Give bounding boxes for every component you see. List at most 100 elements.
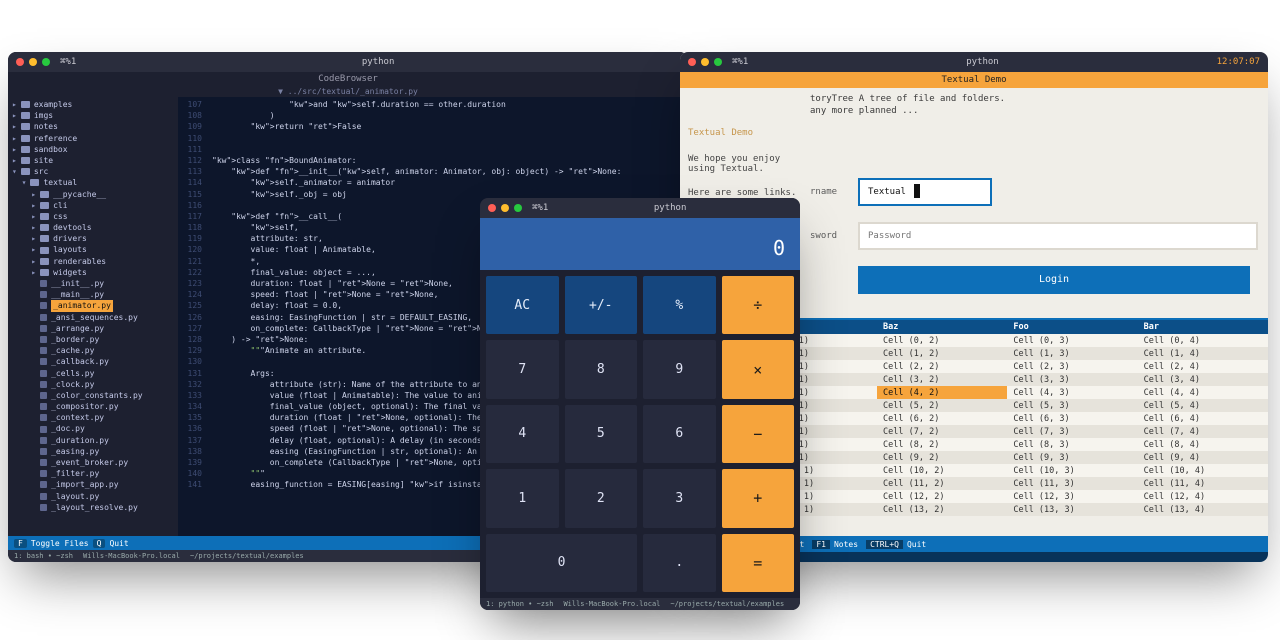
table-cell[interactable]: Cell (2, 2) — [877, 360, 1007, 373]
tree-file[interactable]: __init__.py — [12, 278, 174, 289]
table-cell[interactable]: Cell (10, 2) — [877, 464, 1007, 477]
table-cell[interactable]: Cell (8, 3) — [1007, 438, 1137, 451]
tree-folder[interactable]: ▸ css — [12, 211, 174, 222]
table-cell[interactable]: Cell (4, 4) — [1138, 386, 1268, 399]
table-cell[interactable]: Cell (10, 4) — [1138, 464, 1268, 477]
table-cell[interactable]: Cell (5, 4) — [1138, 399, 1268, 412]
tree-folder[interactable]: ▸ sandbox — [12, 144, 174, 155]
zoom-icon[interactable] — [714, 58, 722, 66]
table-cell[interactable]: Cell (13, 3) — [1007, 503, 1137, 516]
calc-key-5[interactable]: 5 — [565, 405, 638, 463]
tree-file[interactable]: _doc.py — [12, 423, 174, 434]
table-cell[interactable]: Cell (7, 3) — [1007, 425, 1137, 438]
table-cell[interactable]: Cell (11, 3) — [1007, 477, 1137, 490]
table-cell[interactable]: Cell (1, 2) — [877, 347, 1007, 360]
table-cell[interactable]: Cell (6, 2) — [877, 412, 1007, 425]
calc-key-9[interactable]: 9 — [643, 340, 716, 398]
table-cell[interactable]: Cell (8, 4) — [1138, 438, 1268, 451]
password-input[interactable] — [858, 222, 1258, 250]
calc-key-0[interactable]: 0 — [486, 534, 637, 592]
table-cell[interactable]: Cell (4, 3) — [1007, 386, 1137, 399]
zoom-icon[interactable] — [42, 58, 50, 66]
table-cell[interactable]: Cell (12, 4) — [1138, 490, 1268, 503]
tree-file[interactable]: _ansi_sequences.py — [12, 312, 174, 323]
tree-file[interactable]: _layout_resolve.py — [12, 502, 174, 513]
tree-file[interactable]: _cache.py — [12, 345, 174, 356]
calc-key-2[interactable]: 2 — [565, 469, 638, 527]
calc-key-.[interactable]: . — [643, 534, 716, 592]
zoom-icon[interactable] — [514, 204, 522, 212]
table-cell[interactable]: Cell (1, 3) — [1007, 347, 1137, 360]
login-button[interactable]: Login — [858, 266, 1250, 294]
tree-file[interactable]: _arrange.py — [12, 323, 174, 334]
table-cell[interactable]: Cell (3, 4) — [1138, 373, 1268, 386]
close-icon[interactable] — [488, 204, 496, 212]
calc-key-×[interactable]: × — [722, 340, 795, 398]
minimize-icon[interactable] — [701, 58, 709, 66]
table-cell[interactable]: Cell (2, 4) — [1138, 360, 1268, 373]
tree-file[interactable]: __main__.py — [12, 289, 174, 300]
calc-key-7[interactable]: 7 — [486, 340, 559, 398]
calc-key-÷[interactable]: ÷ — [722, 276, 795, 334]
table-cell[interactable]: Cell (12, 3) — [1007, 490, 1137, 503]
table-cell[interactable]: Cell (5, 3) — [1007, 399, 1137, 412]
calc-key-ac[interactable]: AC — [486, 276, 559, 334]
table-cell[interactable]: Cell (10, 3) — [1007, 464, 1137, 477]
table-cell[interactable]: Cell (13, 4) — [1138, 503, 1268, 516]
calc-key-3[interactable]: 3 — [643, 469, 716, 527]
table-cell[interactable]: Cell (7, 4) — [1138, 425, 1268, 438]
tree-file[interactable]: _filter.py — [12, 468, 174, 479]
tree-file[interactable]: _animator.py — [12, 300, 174, 311]
tree-file[interactable]: _import_app.py — [12, 479, 174, 490]
table-header[interactable]: Baz — [877, 320, 1007, 334]
minimize-icon[interactable] — [501, 204, 509, 212]
calc-key-+[interactable]: + — [722, 469, 795, 527]
tree-folder[interactable]: ▸ site — [12, 155, 174, 166]
tree-folder[interactable]: ▸ drivers — [12, 233, 174, 244]
tree-file[interactable]: _easing.py — [12, 446, 174, 457]
tree-file[interactable]: _clock.py — [12, 379, 174, 390]
table-header[interactable]: Bar — [1138, 320, 1268, 334]
file-tree[interactable]: ▸ examples▸ imgs▸ notes▸ reference▸ sand… — [8, 97, 178, 536]
tree-folder[interactable]: ▸ widgets — [12, 267, 174, 278]
tree-file[interactable]: _color_constants.py — [12, 390, 174, 401]
tree-file[interactable]: _duration.py — [12, 435, 174, 446]
calc-key-−[interactable]: − — [722, 405, 795, 463]
tree-file[interactable]: _layout.py — [12, 491, 174, 502]
table-cell[interactable]: Cell (9, 2) — [877, 451, 1007, 464]
calc-key-4[interactable]: 4 — [486, 405, 559, 463]
table-cell[interactable]: Cell (3, 2) — [877, 373, 1007, 386]
table-cell[interactable]: Cell (0, 4) — [1138, 334, 1268, 347]
table-cell[interactable]: Cell (2, 3) — [1007, 360, 1137, 373]
table-cell[interactable]: Cell (9, 3) — [1007, 451, 1137, 464]
tree-file[interactable]: _event_broker.py — [12, 457, 174, 468]
table-cell[interactable]: Cell (3, 3) — [1007, 373, 1137, 386]
tree-folder[interactable]: ▾ textual — [12, 177, 174, 188]
tree-folder[interactable]: ▸ imgs — [12, 110, 174, 121]
tree-folder[interactable]: ▾ src — [12, 166, 174, 177]
table-cell[interactable]: Cell (12, 2) — [877, 490, 1007, 503]
close-icon[interactable] — [688, 58, 696, 66]
table-cell[interactable]: Cell (6, 4) — [1138, 412, 1268, 425]
tree-folder[interactable]: ▸ renderables — [12, 256, 174, 267]
tree-folder[interactable]: ▸ examples — [12, 99, 174, 110]
tree-folder[interactable]: ▸ cli — [12, 200, 174, 211]
calc-key-+/-[interactable]: +/- — [565, 276, 638, 334]
tree-file[interactable]: _border.py — [12, 334, 174, 345]
calc-key-1[interactable]: 1 — [486, 469, 559, 527]
tree-folder[interactable]: ▸ notes — [12, 121, 174, 132]
table-cell[interactable]: Cell (4, 2) — [877, 386, 1007, 399]
calc-key-8[interactable]: 8 — [565, 340, 638, 398]
table-cell[interactable]: Cell (7, 2) — [877, 425, 1007, 438]
table-cell[interactable]: Cell (0, 3) — [1007, 334, 1137, 347]
table-cell[interactable]: Cell (9, 4) — [1138, 451, 1268, 464]
minimize-icon[interactable] — [29, 58, 37, 66]
tree-file[interactable]: _cells.py — [12, 368, 174, 379]
tree-file[interactable]: _context.py — [12, 412, 174, 423]
calc-key-6[interactable]: 6 — [643, 405, 716, 463]
table-cell[interactable]: Cell (6, 3) — [1007, 412, 1137, 425]
calc-key-%[interactable]: % — [643, 276, 716, 334]
table-cell[interactable]: Cell (13, 2) — [877, 503, 1007, 516]
tree-folder[interactable]: ▸ reference — [12, 133, 174, 144]
table-cell[interactable]: Cell (11, 2) — [877, 477, 1007, 490]
